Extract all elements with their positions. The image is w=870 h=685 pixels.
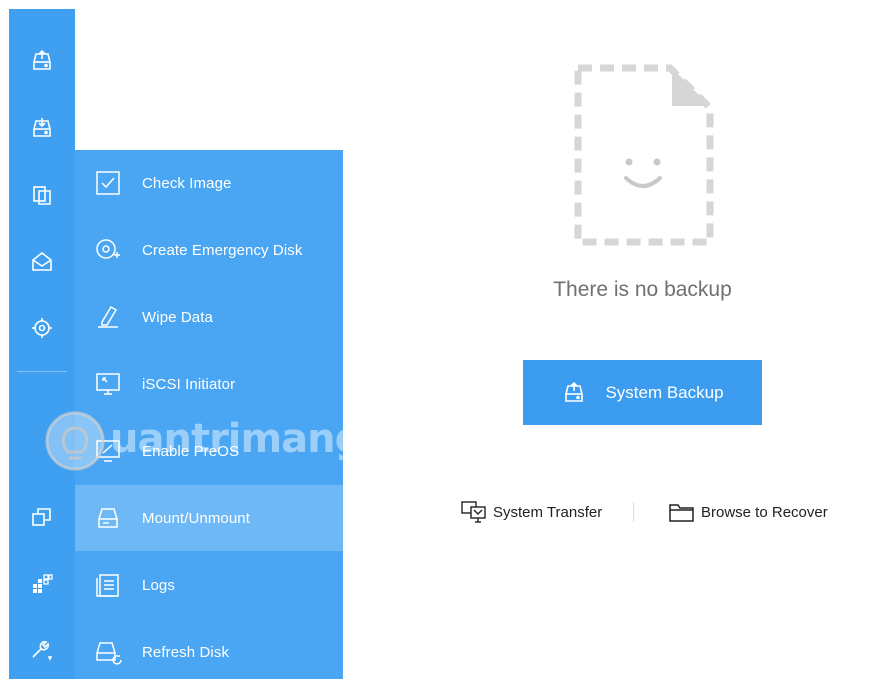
menu-item-logs[interactable]: Logs <box>75 552 343 618</box>
empty-state-message: There is no backup <box>553 278 732 301</box>
logs-icon <box>96 574 119 597</box>
target-icon <box>32 318 52 338</box>
mail-icon <box>32 251 52 271</box>
monitor-icon <box>96 373 120 395</box>
sidebar-item-copy[interactable] <box>9 497 75 537</box>
menu-item-label: Create Emergency Disk <box>142 241 303 259</box>
backup-disk-icon <box>33 49 51 70</box>
menu-item-label: Refresh Disk <box>142 643 230 661</box>
sidebar-item-restore[interactable] <box>9 108 75 148</box>
folder-icon <box>669 504 694 522</box>
sidebar-item-tools[interactable] <box>9 630 75 670</box>
sidebar-item-apps[interactable] <box>9 564 75 604</box>
menu-item-label: Check Image <box>142 174 232 192</box>
preos-icon <box>96 440 120 462</box>
menu-item-label: Enable PreOS <box>142 442 240 460</box>
menu-item-enable-preos[interactable]: Enable PreOS <box>75 418 343 484</box>
apps-grid-icon <box>33 574 53 593</box>
restore-disk-icon <box>33 118 51 137</box>
sidebar-item-mail[interactable] <box>9 242 75 282</box>
menu-item-label: Wipe Data <box>142 308 213 326</box>
menu-item-wipe-data[interactable]: Wipe Data <box>75 284 343 350</box>
menu-item-iscsi-initiator[interactable]: iSCSI Initiator <box>75 351 343 417</box>
copy-icon <box>32 508 51 526</box>
sidebar-item-target[interactable] <box>9 308 75 348</box>
sidebar-item-clone[interactable] <box>9 175 75 215</box>
browse-to-recover-label: Browse to Recover <box>701 503 828 521</box>
sidebar-divider <box>17 371 67 372</box>
browse-to-recover-link[interactable]: Browse to Recover <box>668 497 828 527</box>
sidebar-item-backup[interactable] <box>9 41 75 81</box>
clone-icon <box>33 186 51 205</box>
check-image-icon <box>96 171 120 195</box>
links-divider <box>633 502 634 522</box>
system-backup-button[interactable]: System Backup <box>523 360 762 425</box>
system-transfer-link[interactable]: System Transfer <box>460 497 602 527</box>
drive-icon <box>98 508 118 528</box>
menu-item-mount-unmount[interactable]: Mount/Unmount <box>75 485 343 551</box>
refresh-disk-icon <box>96 642 122 665</box>
eraser-icon <box>98 305 118 328</box>
system-transfer-icon <box>461 501 486 523</box>
system-backup-label: System Backup <box>605 382 724 402</box>
menu-item-create-emergency-disk[interactable]: Create Emergency Disk <box>75 217 343 283</box>
menu-item-label: Mount/Unmount <box>142 509 251 527</box>
menu-item-label: Logs <box>142 576 175 594</box>
menu-item-check-image[interactable]: Check Image <box>75 150 343 216</box>
sidebar <box>9 9 75 679</box>
tools-wrench-icon <box>32 641 53 661</box>
backup-disk-icon <box>565 381 584 402</box>
menu-item-label: iSCSI Initiator <box>142 375 236 393</box>
emergency-disk-icon <box>96 239 120 259</box>
empty-file-icon <box>574 64 714 246</box>
tools-menu: Check Image Create Emergency Disk Wipe D… <box>75 150 343 679</box>
system-transfer-label: System Transfer <box>493 503 603 521</box>
menu-item-refresh-disk[interactable]: Refresh Disk <box>75 619 343 685</box>
